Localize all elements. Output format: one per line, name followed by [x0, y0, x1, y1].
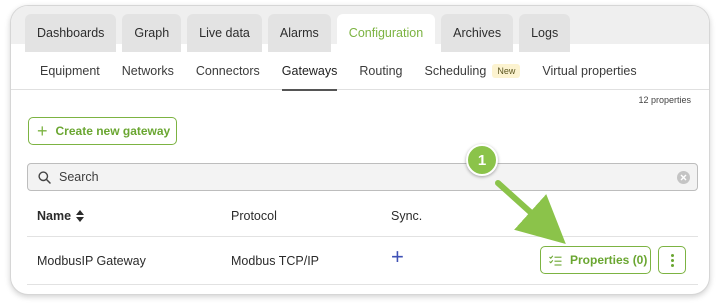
new-badge: New	[492, 64, 521, 78]
subtab-scheduling-label: Scheduling	[424, 64, 487, 78]
tab-alarms[interactable]: Alarms	[267, 14, 331, 52]
search-field[interactable]	[27, 163, 698, 191]
tab-archives[interactable]: Archives	[441, 14, 514, 52]
sync-plus-icon[interactable]: +	[391, 246, 404, 268]
create-gateway-button[interactable]: + Create new gateway	[28, 117, 177, 145]
more-vertical-dot	[670, 258, 674, 262]
row-divider	[27, 284, 698, 285]
subtab-routing[interactable]: Routing	[348, 52, 413, 90]
tab-graph[interactable]: Graph	[122, 14, 182, 52]
create-gateway-label: Create new gateway	[55, 124, 171, 138]
subtab-networks[interactable]: Networks	[111, 52, 185, 90]
search-input[interactable]	[59, 170, 639, 184]
more-vertical-icon	[670, 253, 674, 257]
gateway-protocol-cell: Modbus TCP/IP	[231, 254, 320, 268]
more-options-button[interactable]	[658, 246, 686, 274]
clear-search-icon[interactable]	[677, 171, 690, 184]
header-divider	[27, 236, 698, 237]
sort-icon[interactable]	[76, 210, 85, 222]
sub-tab-bar: Equipment Networks Connectors Gateways R…	[11, 52, 709, 91]
plus-icon: +	[37, 121, 48, 141]
search-icon	[38, 170, 51, 184]
subtab-equipment[interactable]: Equipment	[29, 52, 111, 90]
subtab-connectors[interactable]: Connectors	[185, 52, 271, 90]
tab-configuration[interactable]: Configuration	[336, 14, 436, 52]
subtab-virtual-properties[interactable]: Virtual properties	[531, 52, 647, 90]
column-header-protocol: Protocol	[231, 209, 277, 223]
tab-dashboards[interactable]: Dashboards	[25, 14, 117, 52]
gateway-name-cell: ModbusIP Gateway	[37, 254, 146, 268]
properties-button[interactable]: Properties (0)	[540, 246, 651, 274]
column-header-sync: Sync.	[391, 209, 423, 223]
tab-logs[interactable]: Logs	[519, 14, 571, 52]
properties-button-label: Properties (0)	[570, 253, 648, 267]
subtab-gateways[interactable]: Gateways	[271, 52, 349, 91]
tab-live-data[interactable]: Live data	[187, 14, 262, 52]
gateways-panel: Dashboards Graph Live data Alarms Config…	[10, 5, 710, 295]
checklist-icon	[549, 254, 562, 266]
more-vertical-dot	[670, 263, 674, 267]
main-tab-bar: Dashboards Graph Live data Alarms Config…	[11, 6, 709, 52]
subtab-scheduling[interactable]: Scheduling New	[413, 52, 531, 90]
column-name-label: Name	[37, 209, 72, 223]
callout-badge: 1	[466, 144, 498, 176]
properties-count: 12 properties	[638, 95, 691, 105]
column-header-name[interactable]: Name	[37, 209, 85, 223]
